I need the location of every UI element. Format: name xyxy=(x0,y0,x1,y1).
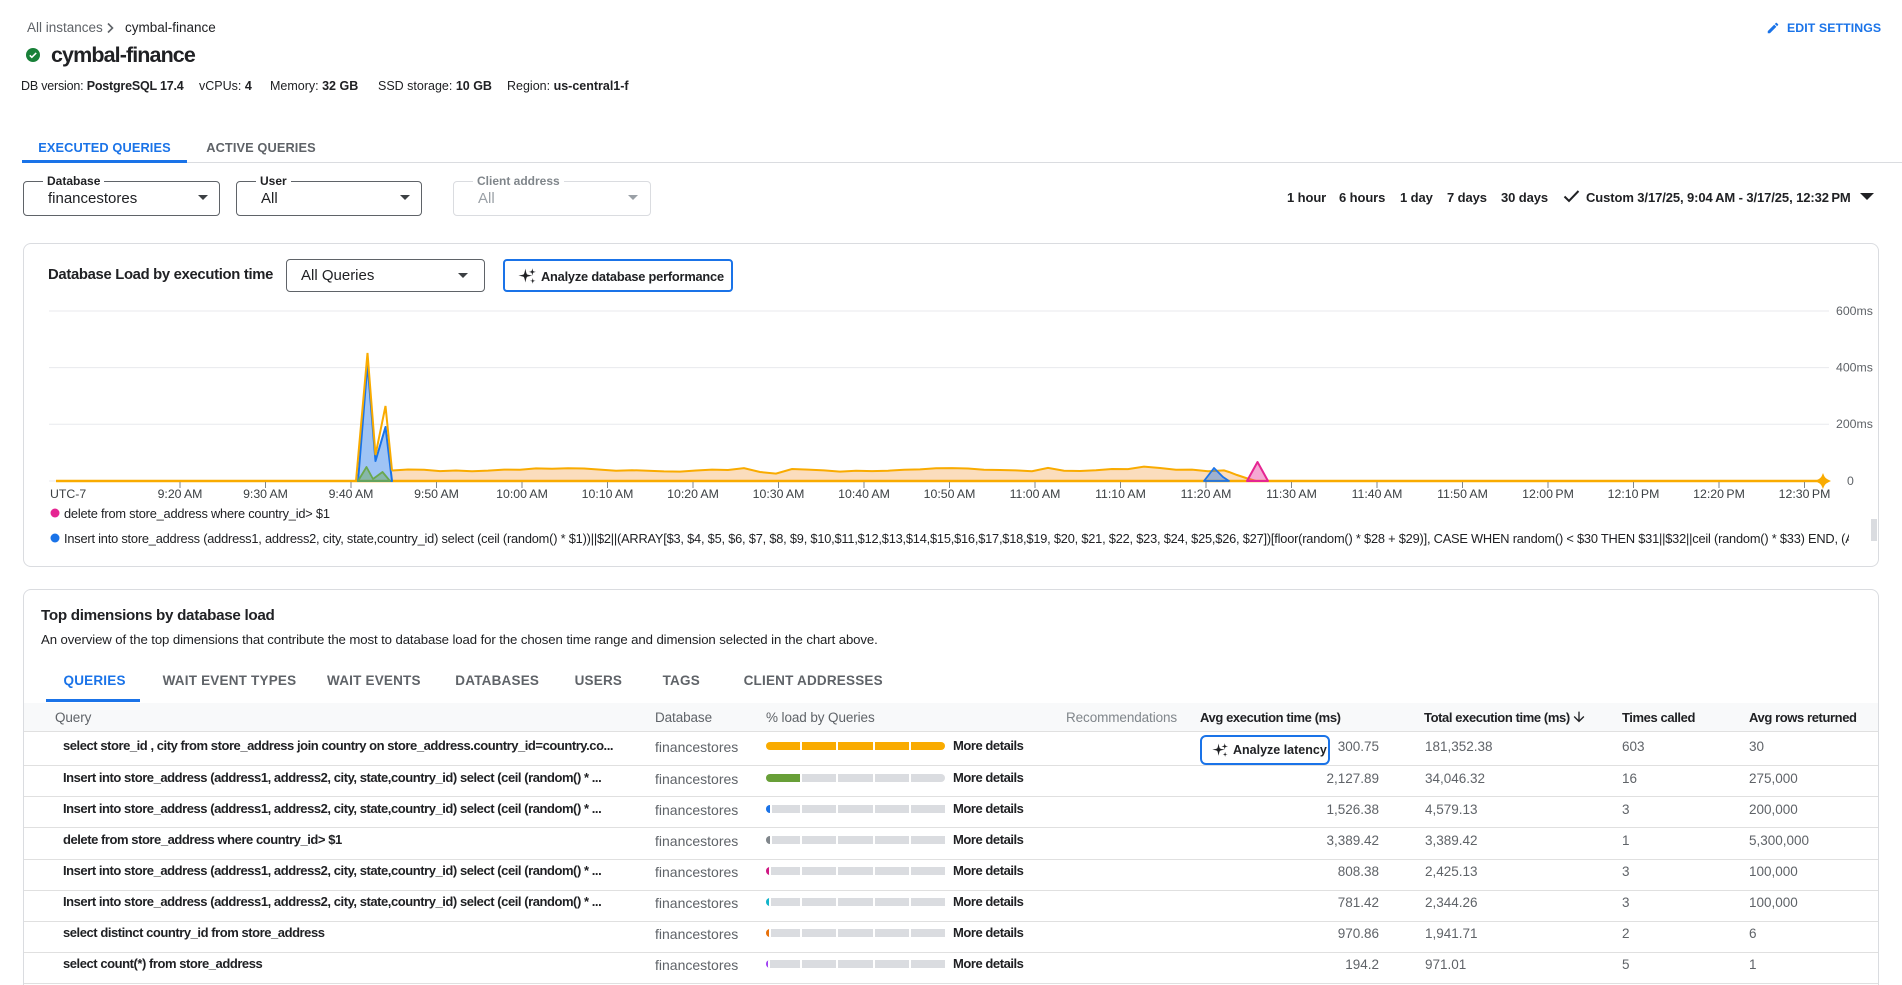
svg-text:12:20 PM: 12:20 PM xyxy=(1693,487,1745,501)
svg-text:10:10 AM: 10:10 AM xyxy=(582,487,634,501)
svg-text:11:10 AM: 11:10 AM xyxy=(1095,487,1146,501)
svg-text:9:20 AM: 9:20 AM xyxy=(158,487,203,501)
svg-text:10:20 AM: 10:20 AM xyxy=(667,487,719,501)
svg-text:12:10 PM: 12:10 PM xyxy=(1608,487,1660,501)
svg-text:11:50 AM: 11:50 AM xyxy=(1437,487,1488,501)
svg-text:9:50 AM: 9:50 AM xyxy=(414,487,459,501)
svg-text:11:40 AM: 11:40 AM xyxy=(1352,487,1403,501)
svg-text:0: 0 xyxy=(1847,474,1854,488)
svg-text:400ms: 400ms xyxy=(1836,361,1873,375)
svg-text:10:00 AM: 10:00 AM xyxy=(496,487,548,501)
svg-text:10:30 AM: 10:30 AM xyxy=(753,487,805,501)
svg-text:12:30 PM: 12:30 PM xyxy=(1779,487,1831,501)
svg-text:9:30 AM: 9:30 AM xyxy=(243,487,288,501)
svg-text:12:00 PM: 12:00 PM xyxy=(1522,487,1574,501)
svg-text:9:40 AM: 9:40 AM xyxy=(329,487,374,501)
svg-text:UTC-7: UTC-7 xyxy=(50,487,86,501)
svg-text:11:00 AM: 11:00 AM xyxy=(1010,487,1061,501)
svg-text:600ms: 600ms xyxy=(1836,304,1873,318)
svg-text:10:40 AM: 10:40 AM xyxy=(838,487,890,501)
svg-text:11:20 AM: 11:20 AM xyxy=(1181,487,1232,501)
svg-text:10:50 AM: 10:50 AM xyxy=(924,487,976,501)
svg-text:200ms: 200ms xyxy=(1836,417,1873,431)
svg-text:11:30 AM: 11:30 AM xyxy=(1266,487,1317,501)
